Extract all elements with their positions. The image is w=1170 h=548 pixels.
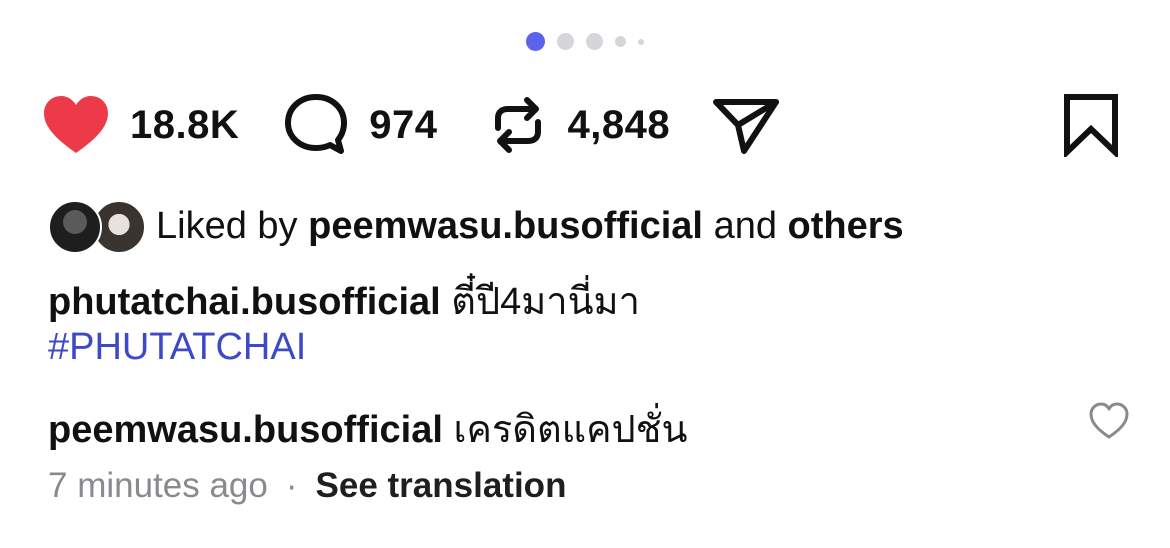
carousel-dot <box>638 38 644 45</box>
repost-action: 4,848 <box>488 94 671 156</box>
caption-username-link[interactable]: phutatchai.busofficial <box>48 281 441 323</box>
repost-icon[interactable] <box>488 94 548 156</box>
share-action <box>712 94 780 156</box>
carousel-dot <box>586 33 603 50</box>
comment-username-link[interactable]: peemwasu.busofficial <box>48 409 443 451</box>
like-action: 18.8K <box>42 95 239 155</box>
see-translation-link[interactable]: See translation <box>316 466 567 506</box>
bookmark-action <box>1062 93 1120 157</box>
caption-hashtag-link[interactable]: #PHUTATCHAI <box>48 326 306 369</box>
post-meta: 7 minutes ago · See translation <box>48 466 566 506</box>
liked-by-joiner: and <box>713 204 777 247</box>
action-bar: 18.8K 974 4,848 <box>42 90 1132 160</box>
comment-row: peemwasu.busofficial เครดิตแคปชั่น <box>48 398 687 459</box>
meta-separator: · <box>285 466 298 505</box>
liked-by-prefix: Liked by <box>156 204 298 247</box>
comment-bubble-icon[interactable] <box>283 93 349 157</box>
comment-text: เครดิตแคปชั่น <box>453 409 688 451</box>
liker-avatars <box>48 200 148 254</box>
carousel-dot <box>615 36 626 47</box>
liked-by-others-link[interactable]: others <box>788 205 904 248</box>
caption-text: ตี๋ปี4มานี่มา <box>451 281 640 323</box>
carousel-dot <box>557 33 574 50</box>
post-caption: phutatchai.busofficial ตี๋ปี4มานี่มา <box>48 270 640 331</box>
bookmark-icon[interactable] <box>1062 93 1120 157</box>
heart-outline-icon[interactable] <box>1088 402 1130 445</box>
comment-action: 974 <box>283 93 437 157</box>
like-count[interactable]: 18.8K <box>130 103 239 148</box>
comment-count[interactable]: 974 <box>369 103 437 148</box>
carousel-dot-active <box>526 32 545 51</box>
send-icon[interactable] <box>712 94 780 156</box>
liked-by-user-link[interactable]: peemwasu.busofficial <box>308 205 703 248</box>
repost-count[interactable]: 4,848 <box>568 103 671 148</box>
timestamp: 7 minutes ago <box>48 466 268 505</box>
carousel-indicator <box>0 32 1170 51</box>
heart-icon[interactable] <box>42 95 110 155</box>
liked-by-row: Liked by peemwasu.busofficial and others <box>48 200 904 254</box>
avatar[interactable] <box>48 200 102 254</box>
